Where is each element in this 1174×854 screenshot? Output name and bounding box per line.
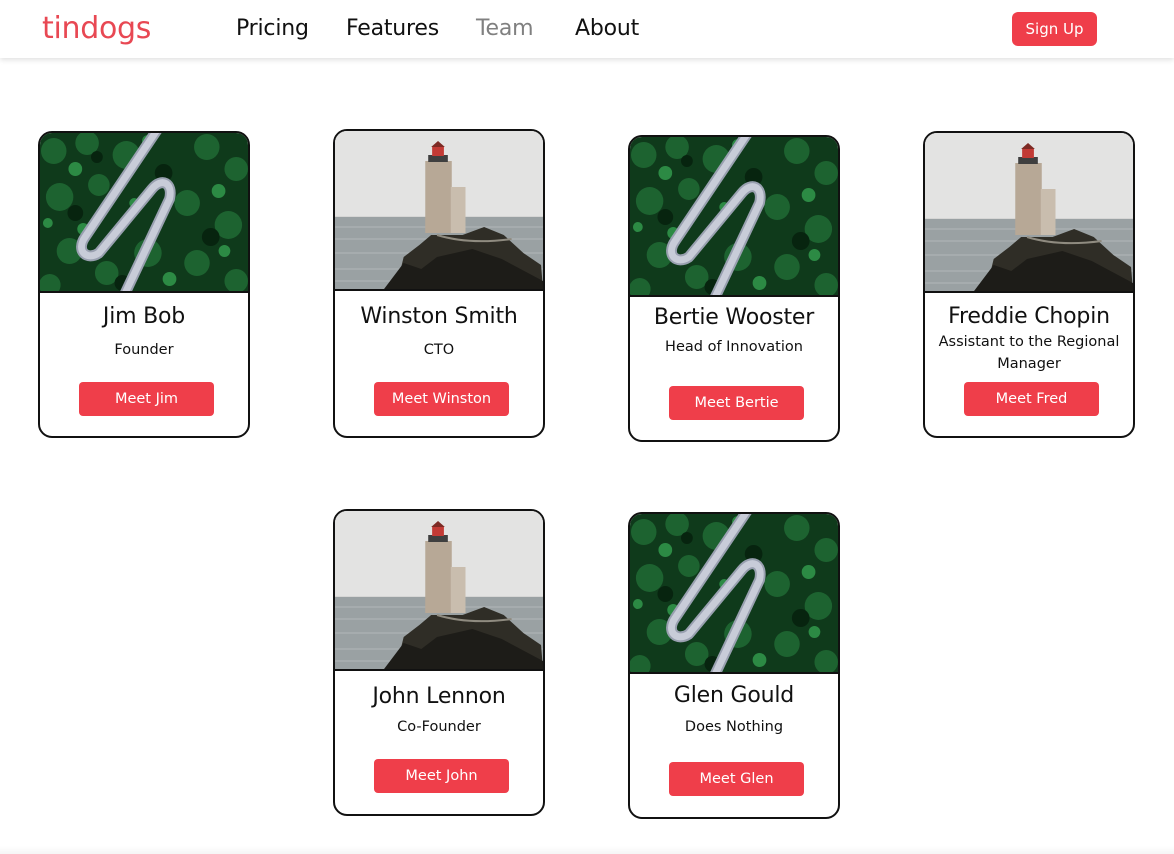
- nav-link-team[interactable]: Team: [476, 15, 534, 43]
- meet-john-button[interactable]: Meet John: [374, 759, 509, 793]
- forest-road-image: [40, 133, 248, 293]
- lighthouse-image: [335, 511, 543, 671]
- member-role: Assistant to the Regional Manager: [938, 334, 1120, 372]
- team-card-freddie: Freddie Chopin Assistant to the Regional…: [923, 131, 1135, 438]
- member-name: Glen Gould: [673, 683, 795, 708]
- nav-link-features[interactable]: Features: [346, 15, 439, 43]
- sign-up-button[interactable]: Sign Up: [1012, 12, 1097, 46]
- member-name: John Lennon: [372, 684, 506, 709]
- team-card-glen: Glen Gould Does Nothing Meet Glen: [628, 512, 840, 819]
- member-name: Freddie Chopin: [948, 304, 1110, 329]
- member-role: CTO: [423, 342, 455, 358]
- meet-glen-button[interactable]: Meet Glen: [669, 762, 804, 796]
- nav-link-about[interactable]: About: [575, 15, 639, 43]
- team-card-john: John Lennon Co-Founder Meet John: [333, 509, 545, 816]
- member-role: Co-Founder: [397, 719, 481, 735]
- meet-bertie-button[interactable]: Meet Bertie: [669, 386, 804, 420]
- member-role: Founder: [114, 342, 174, 358]
- footer-edge: [0, 846, 1174, 854]
- meet-jim-button[interactable]: Meet Jim: [79, 382, 214, 416]
- team-card-winston: Winston Smith CTO Meet Winston: [333, 129, 545, 438]
- member-role: Head of Innovation: [665, 339, 803, 355]
- team-card-bertie: Bertie Wooster Head of Innovation Meet B…: [628, 135, 840, 442]
- brand-logo[interactable]: tindogs: [42, 11, 151, 47]
- forest-road-image: [630, 137, 838, 297]
- team-card-jim: Jim Bob Founder Meet Jim: [38, 131, 250, 438]
- forest-road-image: [630, 514, 838, 674]
- navbar: tindogs Pricing Features Team About Sign…: [0, 0, 1174, 58]
- member-name: Jim Bob: [102, 304, 186, 329]
- member-role: Does Nothing: [684, 719, 784, 735]
- member-name: Bertie Wooster: [653, 305, 815, 330]
- member-name: Winston Smith: [360, 304, 518, 329]
- meet-winston-button[interactable]: Meet Winston: [374, 382, 509, 416]
- lighthouse-image: [925, 133, 1133, 293]
- lighthouse-image: [335, 131, 543, 291]
- meet-fred-button[interactable]: Meet Fred: [964, 382, 1099, 416]
- nav-link-pricing[interactable]: Pricing: [236, 15, 309, 43]
